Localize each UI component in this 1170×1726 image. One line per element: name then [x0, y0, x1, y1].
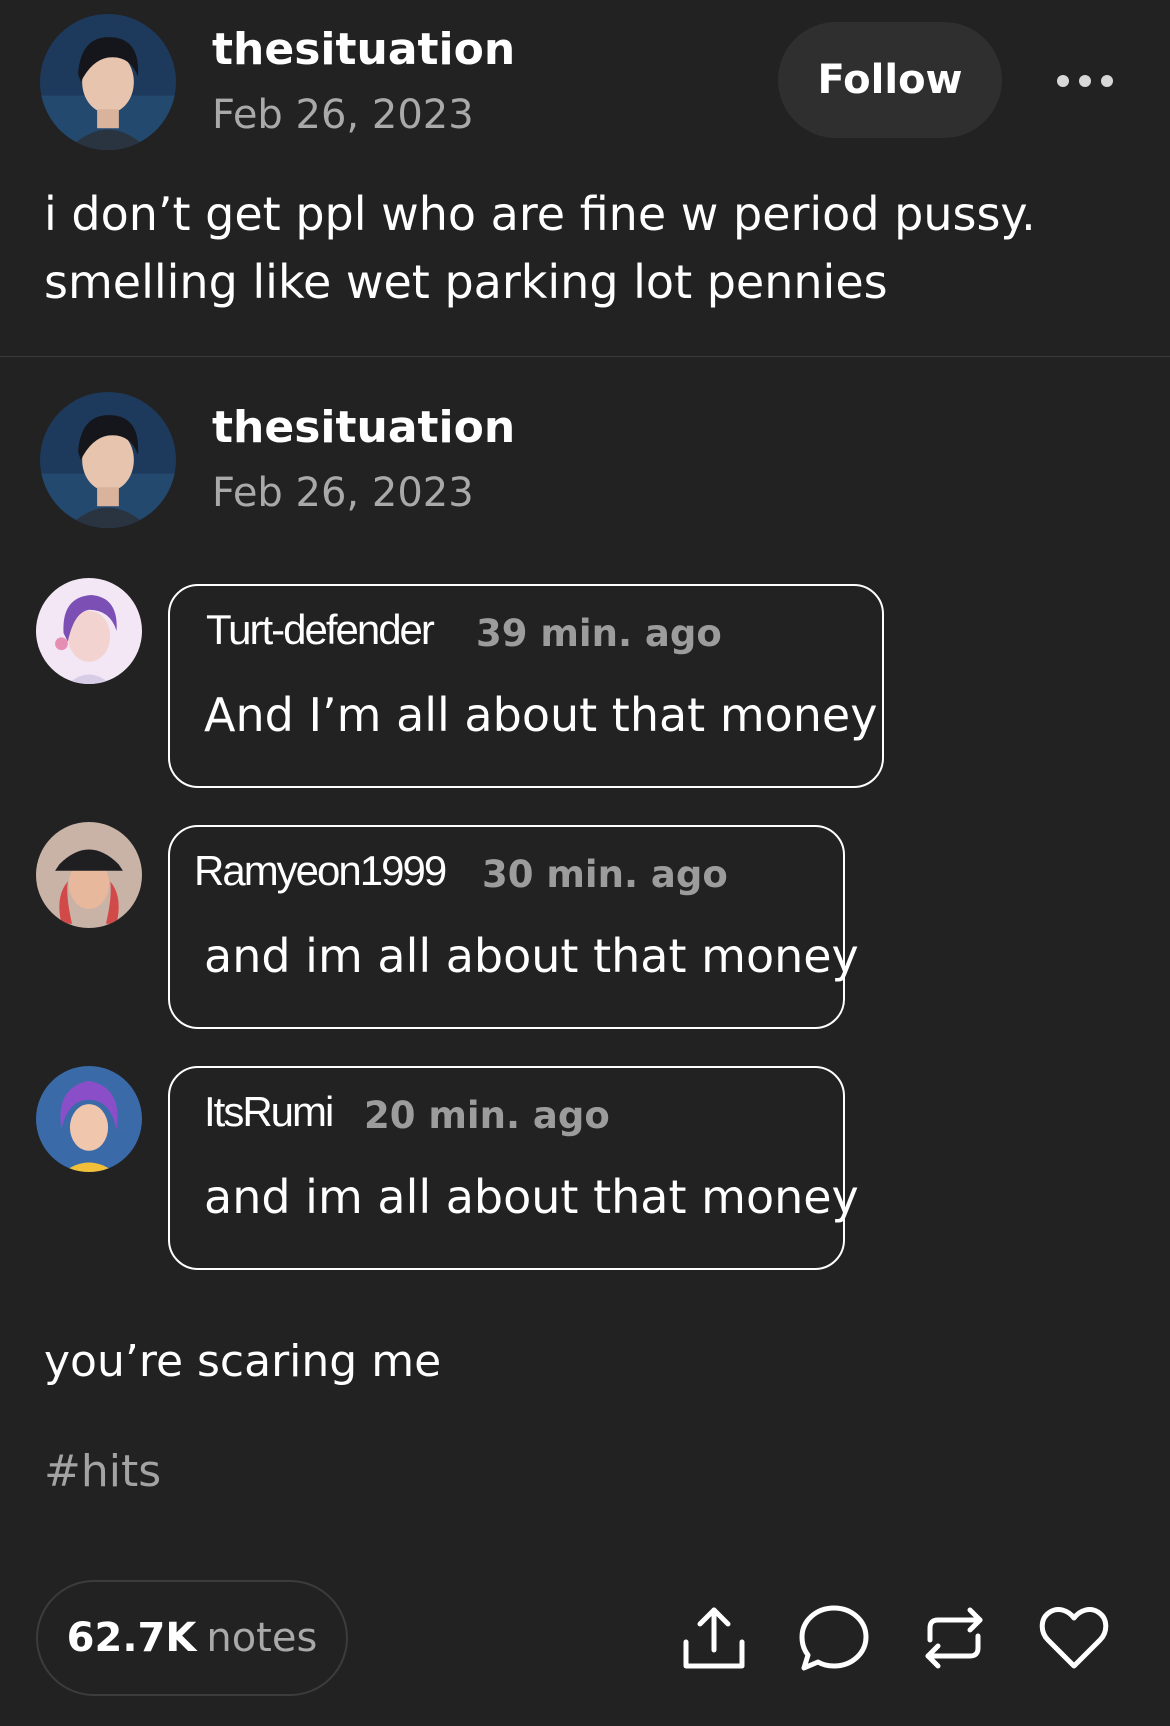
- comment-timestamp: 20 min. ago: [364, 1094, 610, 1137]
- author-avatar[interactable]: [40, 14, 176, 150]
- reblog-author-name[interactable]: thesituation: [212, 402, 515, 453]
- post-text-line: smelling like wet parking lot pennies: [44, 255, 888, 309]
- comment-bubble-icon[interactable]: [796, 1600, 872, 1676]
- comment-timestamp: 30 min. ago: [482, 853, 728, 896]
- heart-icon[interactable]: [1036, 1600, 1112, 1676]
- hashtag-link[interactable]: #hits: [44, 1446, 161, 1497]
- commenter-avatar: [36, 822, 142, 928]
- comment-text: and im all about that money: [204, 929, 859, 983]
- notes-label: notes: [206, 1615, 318, 1661]
- reblog-author-avatar[interactable]: [40, 392, 176, 528]
- comment-text: And I’m all about that money: [204, 688, 878, 742]
- comment-timestamp: 39 min. ago: [476, 612, 722, 655]
- comment-username[interactable]: Ramyeon1999: [194, 847, 447, 895]
- post-date: Feb 26, 2023: [212, 92, 474, 138]
- follow-button[interactable]: Follow: [778, 22, 1002, 138]
- reblog-icon[interactable]: [916, 1600, 992, 1676]
- comment-bubble: Turt-defender 39 min. ago And I’m all ab…: [168, 584, 884, 788]
- comment-bubble: ItsRumi 20 min. ago and im all about tha…: [168, 1066, 859, 1270]
- comment-text: and im all about that money: [204, 1170, 859, 1224]
- commenter-avatar: [36, 1066, 142, 1172]
- reblog-date: Feb 26, 2023: [212, 470, 474, 516]
- share-upload-icon[interactable]: [676, 1600, 752, 1676]
- post-text-line: i don’t get ppl who are fine w period pu…: [44, 187, 1036, 241]
- notes-button[interactable]: 62.7K notes: [36, 1580, 348, 1696]
- post-body: i don’t get ppl who are fine w period pu…: [44, 180, 1124, 316]
- comment-username[interactable]: ItsRumi: [204, 1088, 334, 1136]
- divider: [0, 356, 1170, 357]
- comment-username[interactable]: Turt-defender: [206, 606, 435, 654]
- comment-bubble: Ramyeon1999 30 min. ago and im all about…: [168, 825, 859, 1029]
- more-horizontal-icon[interactable]: [1038, 66, 1132, 96]
- commenter-avatar: [36, 578, 142, 684]
- reblog-reply-text: you’re scaring me: [44, 1336, 442, 1387]
- post-author-name[interactable]: thesituation: [212, 24, 515, 75]
- notes-count: 62.7K: [66, 1615, 197, 1661]
